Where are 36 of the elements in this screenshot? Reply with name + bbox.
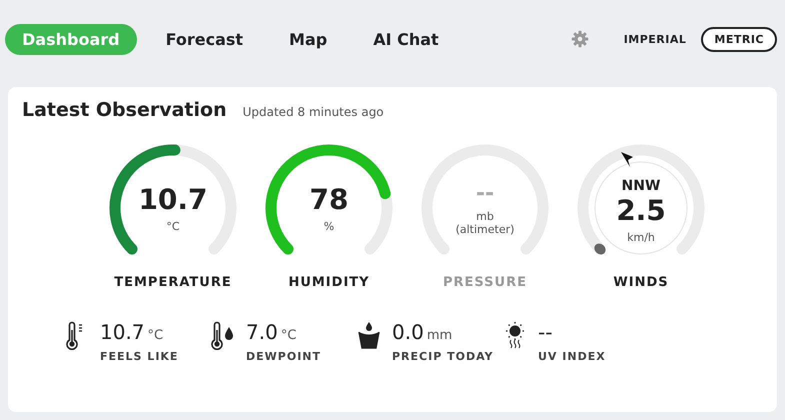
unit-toggle[interactable]: IMPERIAL bbox=[610, 26, 700, 52]
thermometer-drop-icon bbox=[210, 320, 236, 350]
gauge-label: PRESSURE bbox=[442, 275, 527, 290]
updated-text: Updated 8 minutes ago bbox=[242, 105, 384, 119]
stat-unit: °C bbox=[280, 328, 296, 343]
gauge-unit: km/h bbox=[627, 231, 655, 244]
nav-tab[interactable]: Map bbox=[272, 24, 344, 54]
direction-arrow-icon bbox=[621, 152, 633, 167]
stat-label: DEWPOINT bbox=[246, 350, 321, 363]
stat-value: 7.0 bbox=[246, 320, 278, 344]
stat-value: 10.7 bbox=[100, 320, 145, 344]
nav-tab[interactable]: AI Chat bbox=[356, 24, 456, 54]
gauge-label: HUMIDITY bbox=[288, 275, 370, 290]
stat-value: -- bbox=[538, 320, 552, 344]
gauge-unit: mb (altimeter) bbox=[456, 210, 514, 236]
gauge-unit: °C bbox=[166, 220, 180, 233]
gauge-label: WINDS bbox=[613, 275, 669, 290]
settings-icon[interactable] bbox=[570, 30, 589, 48]
wind-direction: NNW bbox=[622, 178, 660, 194]
gauge-value: 10.7 bbox=[138, 183, 208, 216]
gauge-value: -- bbox=[476, 180, 494, 206]
stat-label: FEELS LIKE bbox=[100, 350, 178, 363]
gauge-value: 2.5 bbox=[616, 194, 666, 227]
gauge-value: 78 bbox=[310, 183, 348, 216]
nav-tab[interactable]: Forecast bbox=[148, 24, 260, 54]
unit-toggle[interactable]: METRIC bbox=[701, 26, 777, 52]
card-title: Latest Observation bbox=[22, 99, 227, 121]
stat-unit: mm bbox=[426, 328, 452, 343]
cup-drop-icon bbox=[356, 320, 382, 350]
stat-unit: °C bbox=[148, 328, 164, 343]
gauge-knob bbox=[594, 244, 606, 254]
gauge-label: TEMPERATURE bbox=[114, 275, 232, 290]
stat-value: 0.0 bbox=[392, 320, 424, 344]
gauge-unit: % bbox=[324, 220, 334, 233]
stat-label: PRECIP TODAY bbox=[392, 350, 494, 363]
stat-label: UV INDEX bbox=[538, 350, 606, 363]
